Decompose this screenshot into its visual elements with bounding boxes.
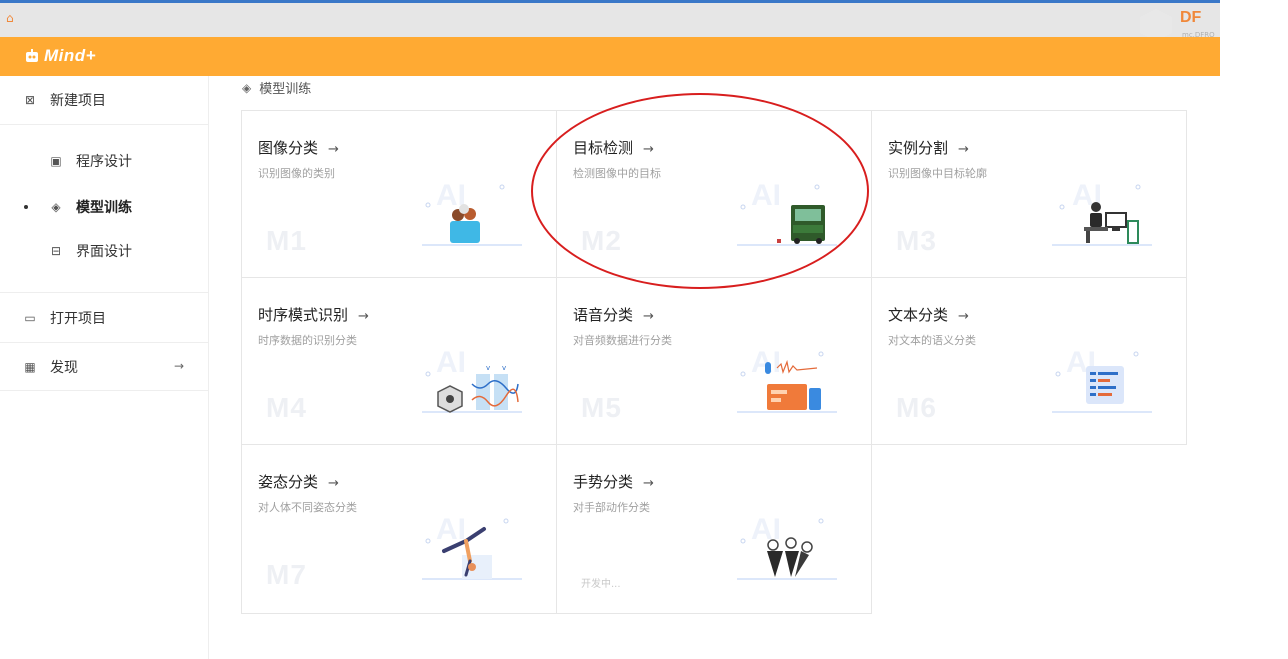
speech-classification-illustration-icon: AI (737, 346, 837, 413)
arrow-right-icon: → (173, 359, 184, 373)
card-title-text: 实例分割 (888, 139, 949, 157)
sidebar-item-program-design[interactable]: ▣ 程序设计 (0, 137, 208, 185)
app-brand: Mind+ (24, 45, 96, 67)
card-gesture-classification[interactable]: 手势分类 → 对手部动作分类 开发中... AI (556, 444, 872, 614)
arrow-right-icon: → (958, 309, 969, 324)
card-title: 文本分类 → (888, 304, 969, 325)
sidebar: ⊠ 新建项目 ▣ 程序设计 ◈ 模型训练 ⊟ 界面设计 ▭ 打开项目 ▦ 发现 … (0, 76, 209, 659)
arrow-right-icon: → (643, 309, 654, 324)
sidebar-item-label: 新建项目 (50, 93, 106, 109)
sidebar-divider (0, 124, 208, 125)
object-detection-illustration-icon: AI (737, 179, 837, 246)
svg-text:AI: AI (751, 179, 781, 212)
arrow-right-icon: → (958, 142, 969, 157)
title-bar: ⌂ (0, 3, 1220, 37)
development-status: 开发中... (581, 579, 621, 590)
card-description: 对文本的语义分类 (888, 334, 976, 347)
card-description: 检测图像中的目标 (573, 167, 661, 180)
home-icon[interactable]: ⌂ (6, 11, 20, 25)
card-title-text: 姿态分类 (258, 473, 319, 491)
card-title: 图像分类 → (258, 137, 339, 158)
app-name: Mind+ (44, 46, 97, 65)
card-code: M7 (266, 559, 307, 590)
arrow-right-icon: → (358, 309, 369, 324)
arrow-right-icon: → (328, 142, 339, 157)
card-code: M4 (266, 392, 307, 423)
arrow-right-icon: → (328, 476, 339, 491)
card-description: 识别图像的类别 (258, 167, 335, 180)
cube-icon: ◈ (51, 200, 61, 214)
card-code: M2 (581, 225, 622, 256)
card-speech-classification[interactable]: 语音分类 → 对音频数据进行分类 M5 AI (556, 277, 872, 445)
card-instance-segmentation[interactable]: 实例分割 → 识别图像中目标轮廓 M3 AI (871, 110, 1187, 278)
card-code: M3 (896, 225, 937, 256)
vendor-logo-text: DF (1180, 9, 1202, 26)
card-description: 识别图像中目标轮廓 (888, 167, 987, 180)
svg-text:v: v (502, 364, 506, 372)
grid-icon: ▦ (24, 360, 36, 374)
card-title-text: 文本分类 (888, 306, 949, 324)
card-pose-classification[interactable]: 姿态分类 → 对人体不同姿态分类 M7 AI (241, 444, 557, 614)
arrow-right-icon: → (643, 476, 654, 491)
card-object-detection[interactable]: 目标检测 → 检测图像中的目标 M2 AI (556, 110, 872, 278)
card-description: 时序数据的识别分类 (258, 334, 357, 347)
svg-text:AI: AI (436, 346, 466, 379)
breadcrumb: ◈ 模型训练 (242, 78, 312, 98)
sidebar-item-label: 打开项目 (50, 311, 106, 327)
card-time-series-recognition[interactable]: 时序模式识别 → 时序数据的识别分类 M4 AI v v (241, 277, 557, 445)
card-title: 时序模式识别 → (258, 304, 369, 325)
gesture-classification-illustration-icon: AI (737, 513, 837, 580)
sidebar-item-label: 发现 (50, 360, 78, 376)
svg-text:v: v (486, 364, 490, 372)
code-window-icon: ▣ (50, 154, 62, 168)
card-description: 对人体不同姿态分类 (258, 501, 357, 514)
card-title-text: 目标检测 (573, 139, 634, 157)
card-description: 对音频数据进行分类 (573, 334, 672, 347)
sidebar-item-interface-design[interactable]: ⊟ 界面设计 (0, 227, 208, 275)
sidebar-item-model-training[interactable]: ◈ 模型训练 (0, 183, 208, 231)
app-header: Mind+ (0, 37, 1220, 76)
folder-icon: ▭ (24, 311, 36, 325)
cube-icon: ◈ (242, 80, 252, 95)
arrow-right-icon: → (643, 142, 654, 157)
sidebar-item-open-project[interactable]: ▭ 打开项目 (0, 294, 208, 342)
card-title-text: 时序模式识别 (258, 306, 349, 324)
layout-icon: ⊟ (50, 244, 62, 258)
card-title-text: 语音分类 (573, 306, 634, 324)
svg-text:AI: AI (751, 346, 781, 379)
new-project-icon: ⊠ (24, 93, 36, 107)
card-code: M5 (581, 392, 622, 423)
robot-logo-icon (26, 49, 38, 62)
card-title: 实例分割 → (888, 137, 969, 158)
image-classification-illustration-icon: AI (422, 179, 522, 246)
card-title-text: 图像分类 (258, 139, 319, 157)
text-classification-illustration-icon: AI (1052, 346, 1152, 413)
instance-segmentation-illustration-icon: AI (1052, 179, 1152, 246)
card-image-classification[interactable]: 图像分类 → 识别图像的类别 M1 AI (241, 110, 557, 278)
card-text-classification[interactable]: 文本分类 → 对文本的语义分类 M6 AI (871, 277, 1187, 445)
card-title: 手势分类 → (573, 471, 654, 492)
card-title: 目标检测 → (573, 137, 654, 158)
sidebar-item-discover[interactable]: ▦ 发现 → (0, 343, 208, 391)
card-description: 对手部动作分类 (573, 501, 650, 514)
card-title: 语音分类 → (573, 304, 654, 325)
sidebar-item-label: 模型训练 (76, 200, 132, 216)
active-indicator (24, 205, 28, 209)
card-code: M6 (896, 392, 937, 423)
sidebar-divider (0, 390, 208, 391)
sidebar-item-label: 程序设计 (76, 154, 132, 170)
card-title-text: 手势分类 (573, 473, 634, 491)
breadcrumb-label: 模型训练 (259, 82, 312, 97)
time-series-illustration-icon: AI v v (422, 346, 522, 413)
sidebar-divider (0, 292, 208, 293)
sidebar-item-new-project[interactable]: ⊠ 新建项目 (0, 76, 208, 124)
card-code: M1 (266, 225, 307, 256)
card-title: 姿态分类 → (258, 471, 339, 492)
sidebar-item-label: 界面设计 (76, 244, 132, 260)
pose-classification-illustration-icon: AI (422, 513, 522, 580)
